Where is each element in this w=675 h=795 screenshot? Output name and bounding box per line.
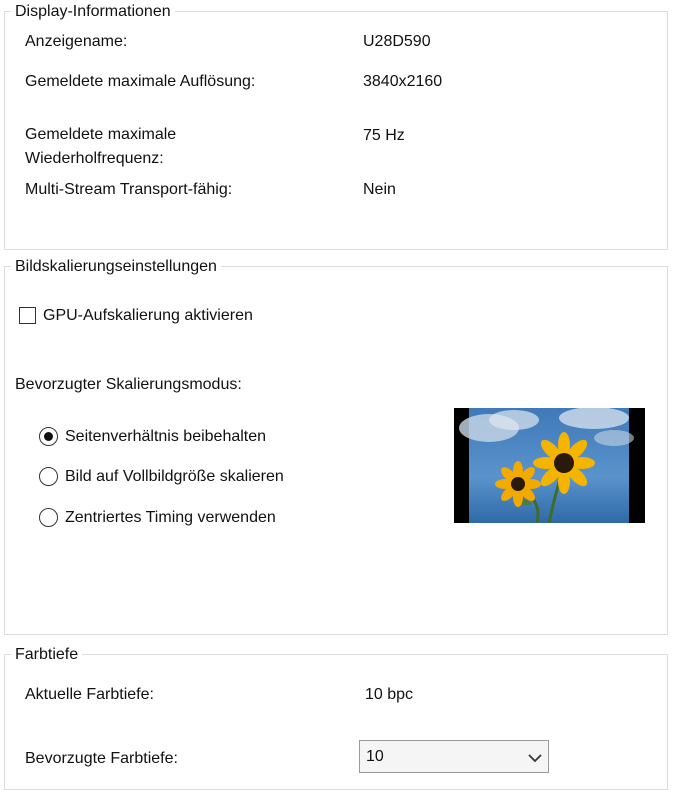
display-name-value: U28D590: [363, 33, 431, 50]
current-color-depth-value: 10 bpc: [365, 686, 414, 703]
radio-label: Zentriertes Timing verwenden: [65, 509, 276, 526]
gpu-upscaling-label[interactable]: GPU-Aufskalierung aktivieren: [43, 305, 253, 327]
scaling-group: Bildskalierungseinstellungen GPU-Aufskal…: [4, 257, 668, 635]
scaling-legend: Bildskalierungseinstellungen: [11, 257, 221, 277]
color-depth-group: Farbtiefe Aktuelle Farbtiefe: 10 bpc Bev…: [4, 645, 668, 790]
display-info-group: Display-Informationen Anzeigename: U28D5…: [4, 2, 668, 250]
max-resolution-value: 3840x2160: [363, 73, 443, 90]
max-refresh-label-line1: Gemeldete maximale: [25, 126, 177, 143]
mst-capable-label: Multi-Stream Transport-fähig:: [25, 181, 233, 198]
preferred-color-depth-dropdown[interactable]: 10: [359, 740, 549, 773]
max-refresh-label-line2: Wiederholfrequenz:: [25, 150, 164, 167]
scaling-preview-image: [454, 408, 645, 523]
radio-label: Bild auf Vollbildgröße skalieren: [65, 468, 284, 485]
radio-label: Seitenverhältnis beibehalten: [65, 428, 267, 445]
chevron-down-icon[interactable]: [528, 750, 542, 768]
preferred-color-depth-label: Bevorzugte Farbtiefe:: [25, 750, 178, 767]
mst-capable-value: Nein: [363, 181, 396, 198]
display-info-legend: Display-Informationen: [11, 2, 175, 22]
radio-button[interactable]: [39, 427, 58, 446]
scaling-mode-heading: Bevorzugter Skalierungsmodus:: [15, 376, 242, 393]
gpu-upscaling-checkbox[interactable]: [19, 307, 36, 324]
max-resolution-label: Gemeldete maximale Auflösung:: [25, 73, 256, 90]
max-refresh-value: 75 Hz: [363, 127, 405, 144]
color-depth-legend: Farbtiefe: [11, 645, 83, 665]
dropdown-selected-value: 10: [366, 748, 384, 765]
radio-button[interactable]: [39, 508, 58, 527]
radio-button[interactable]: [39, 467, 58, 486]
current-color-depth-label: Aktuelle Farbtiefe:: [25, 686, 154, 703]
large-sunflower: [533, 432, 595, 494]
display-name-label: Anzeigename:: [25, 33, 128, 50]
